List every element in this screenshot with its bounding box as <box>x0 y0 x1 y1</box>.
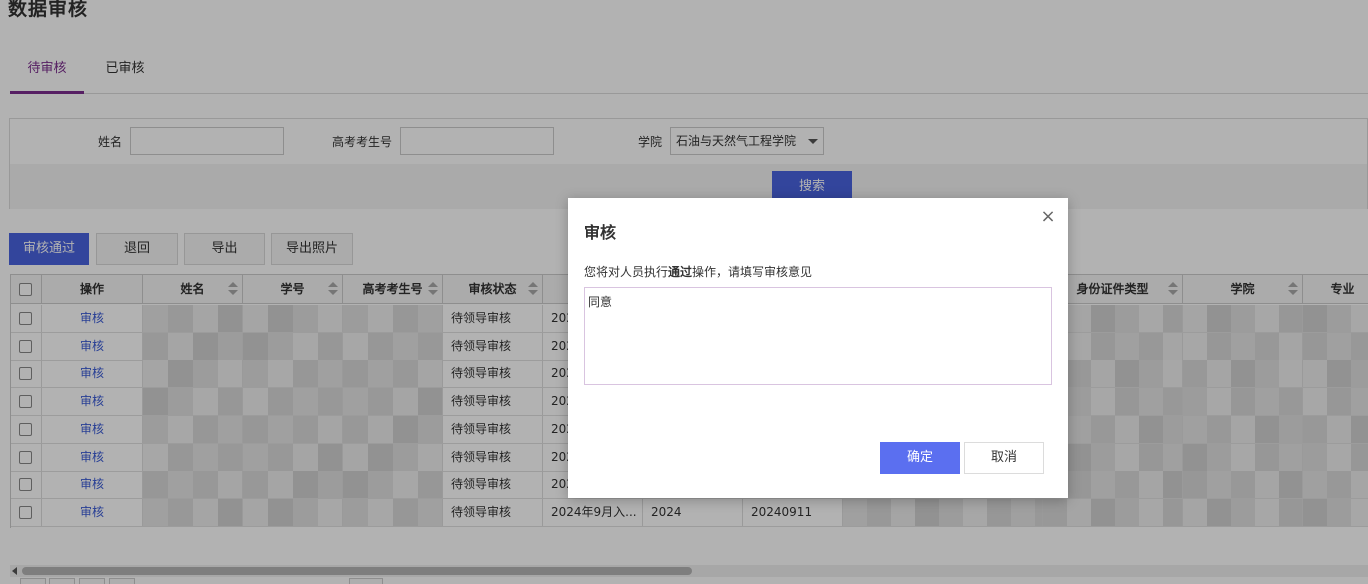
review-dialog: 审核 × 您将对人员执行通过操作，请填写审核意见 确定 取消 <box>568 198 1068 498</box>
dialog-message: 您将对人员执行通过操作，请填写审核意见 <box>584 263 812 280</box>
cancel-button[interactable]: 取消 <box>964 442 1044 474</box>
confirm-button[interactable]: 确定 <box>880 442 960 474</box>
dialog-message-prefix: 您将对人员执行 <box>584 265 669 279</box>
dialog-message-action: 通过 <box>668 265 693 279</box>
close-icon[interactable]: × <box>1040 208 1056 226</box>
dialog-title: 审核 <box>584 223 617 242</box>
review-opinion-textarea[interactable] <box>584 287 1052 385</box>
dialog-message-suffix: 操作，请填写审核意见 <box>692 265 813 279</box>
